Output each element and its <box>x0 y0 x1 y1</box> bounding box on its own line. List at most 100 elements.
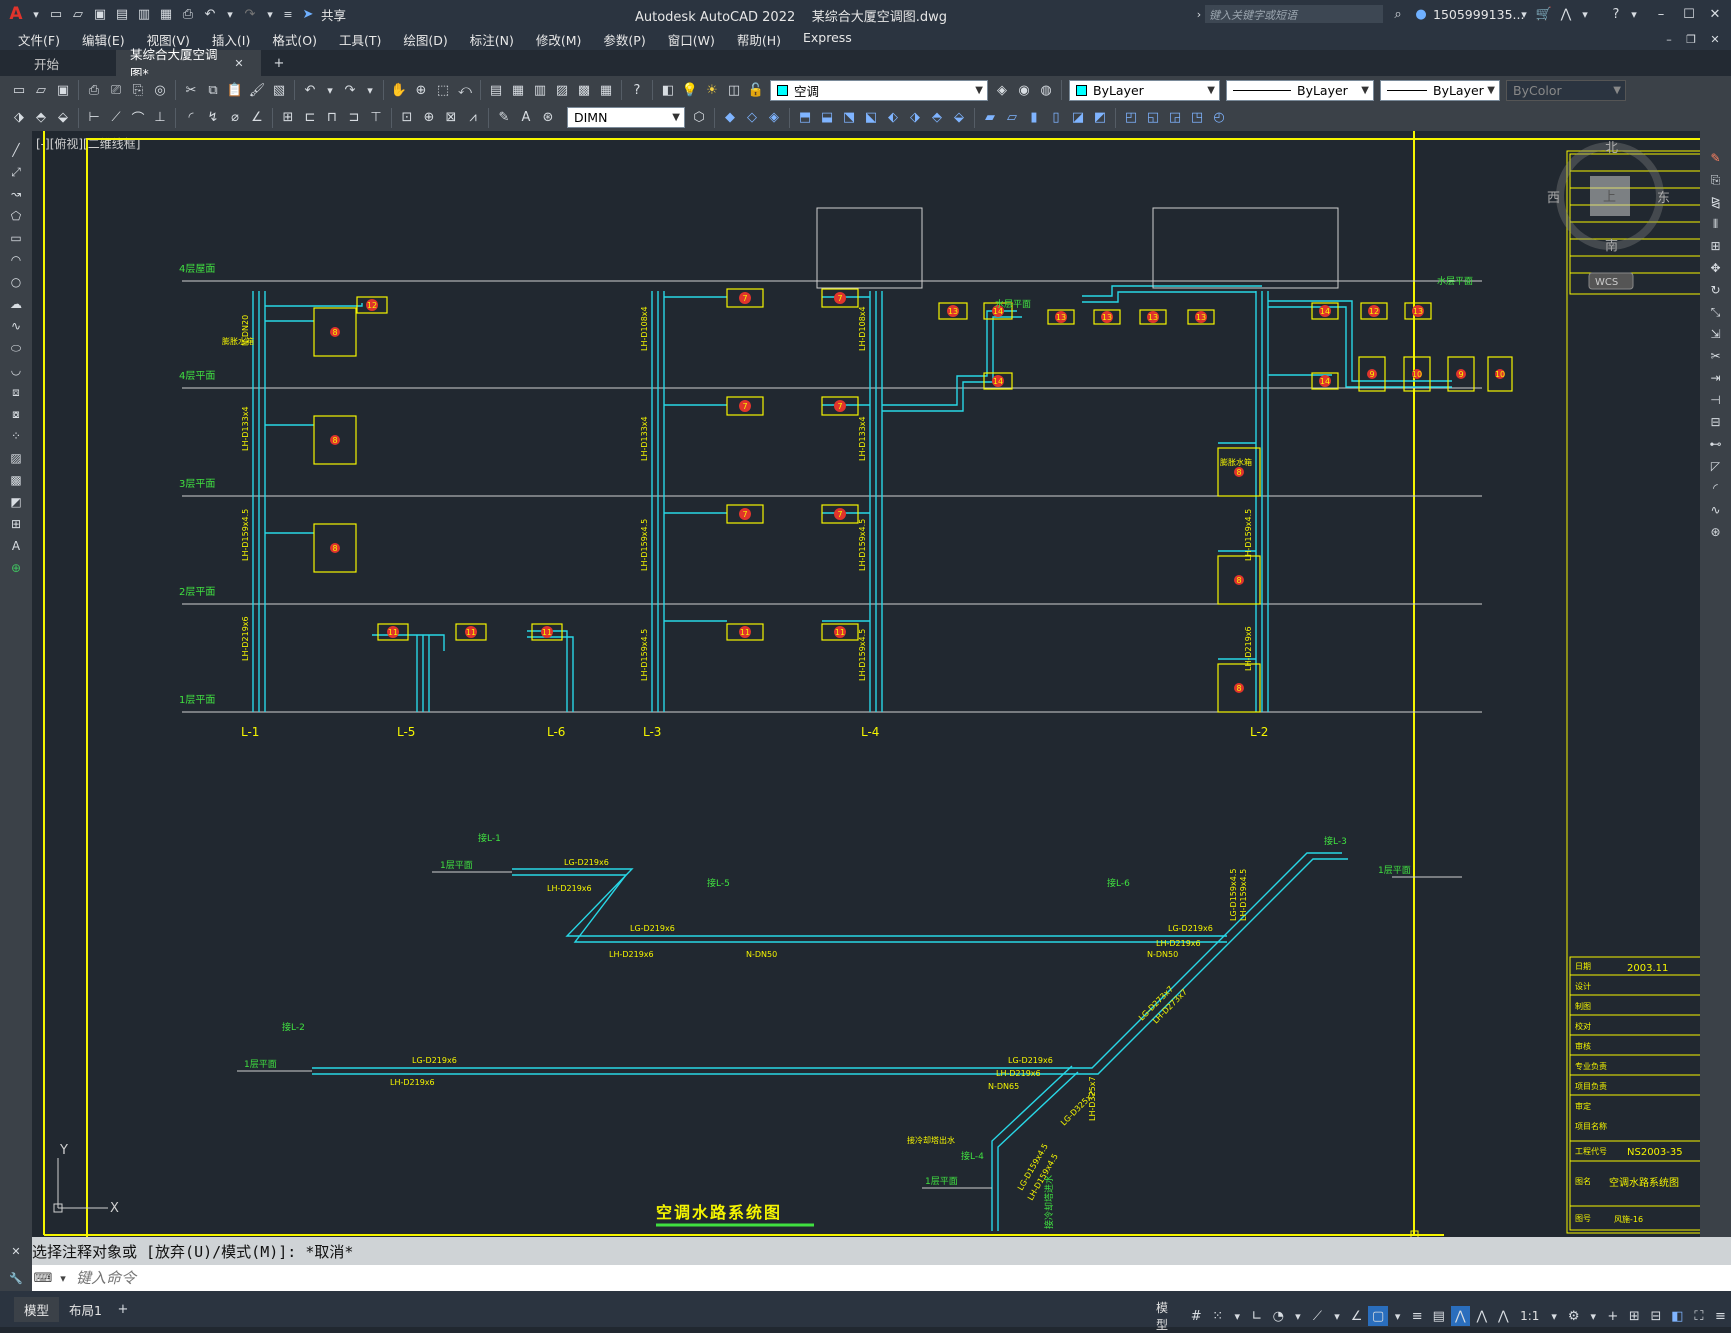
tab-start[interactable]: 开始 <box>0 50 108 76</box>
cut-icon[interactable]: ✂ <box>181 80 201 100</box>
dim-text-edit-icon[interactable]: A <box>516 108 536 128</box>
calculator-icon[interactable]: ▦ <box>596 80 616 100</box>
view-icon-4[interactable]: ◳ <box>1187 108 1207 128</box>
3dprint-icon[interactable]: ◎ <box>150 80 170 100</box>
layer-previous-icon[interactable]: ◉ <box>1014 80 1034 100</box>
fillet-icon[interactable]: ◜ <box>1707 479 1725 497</box>
dim-linear-icon[interactable]: ⊢ <box>84 108 104 128</box>
autocad-logo-icon[interactable]: A <box>6 4 26 24</box>
share-icon[interactable]: ➤ <box>298 4 318 24</box>
save-web-icon[interactable]: ▦ <box>156 4 176 24</box>
layout-tab-model[interactable]: 模型 <box>14 1296 60 1322</box>
dim-baseline-icon[interactable]: ⊏ <box>300 108 320 128</box>
customize-quickaccess-icon[interactable]: ≡ <box>280 6 296 22</box>
undo-dropdown-icon[interactable]: ▾ <box>222 6 238 22</box>
grid-icon[interactable]: # <box>1186 1306 1206 1326</box>
menu-item[interactable]: 参数(P) <box>592 30 656 49</box>
rotate-icon[interactable]: ↻ <box>1707 281 1725 299</box>
fullscreen-icon[interactable]: ⛶ <box>1689 1306 1709 1326</box>
dim-continue-icon[interactable]: ⊓ <box>322 108 342 128</box>
scale-icon[interactable]: ⤡ <box>1707 303 1725 321</box>
view-icon-3[interactable]: ◲ <box>1165 108 1185 128</box>
plotstyle-combo[interactable]: ByColor ▼ <box>1506 79 1626 101</box>
osnap-dropdown-icon[interactable]: ▾ <box>1390 1308 1406 1324</box>
maximize-icon[interactable]: ☐ <box>1679 4 1699 24</box>
hatch-icon[interactable]: ▨ <box>7 449 25 467</box>
ortho-icon[interactable]: ∟ <box>1247 1306 1267 1326</box>
dim-ordinate-icon[interactable]: ⊥ <box>150 108 170 128</box>
drawing-canvas[interactable]: [-][俯视][二维线框] 4层屋面 4层平面 3层平面 2层平面 1层平面 1… <box>32 131 1700 1237</box>
units-icon[interactable]: ⊞ <box>1625 1306 1645 1326</box>
search-icon[interactable]: ⌕ <box>1388 4 1408 24</box>
line-icon[interactable]: ╱ <box>7 141 25 159</box>
publish-icon[interactable]: ⎘ <box>128 80 148 100</box>
annotation-scale-value[interactable]: 1:1 <box>1520 1309 1539 1323</box>
arc-icon[interactable]: ◠ <box>7 251 25 269</box>
sheetset-icon[interactable]: ▨ <box>552 80 572 100</box>
revcloud-icon[interactable]: ☁ <box>7 295 25 313</box>
inspection-icon[interactable]: ⊠ <box>441 108 461 128</box>
isolate-icon[interactable]: ◧ <box>1668 1306 1688 1326</box>
make-block-icon[interactable]: ⧇ <box>7 405 25 423</box>
layer-combo[interactable]: 空调 ▼ <box>770 79 988 101</box>
command-prompt-icon[interactable]: ⌨ <box>33 1268 53 1288</box>
menu-item[interactable]: 编辑(E) <box>71 30 136 49</box>
erase-icon[interactable]: ✎ <box>1707 149 1725 167</box>
modify-icon-1[interactable]: ⬒ <box>795 108 815 128</box>
add-layout-icon[interactable]: + <box>113 1299 133 1319</box>
menu-item[interactable]: 帮助(H) <box>726 30 792 49</box>
solid-icon-2[interactable]: ▱ <box>1002 108 1022 128</box>
circle-icon[interactable]: ○ <box>7 273 25 291</box>
menu-item[interactable]: Express <box>792 30 863 49</box>
construction-line-icon[interactable]: ⤢ <box>7 163 25 181</box>
color-combo[interactable]: ByLayer ▼ <box>1069 79 1220 101</box>
polyline-icon[interactable]: ↝ <box>7 185 25 203</box>
minimize-icon[interactable]: – <box>1651 4 1671 24</box>
help-dropdown-icon[interactable]: ▾ <box>1626 6 1642 22</box>
layer-vp-icon[interactable]: ◫ <box>724 80 744 100</box>
tolerance-icon[interactable]: ⊡ <box>397 108 417 128</box>
move-icon[interactable]: ✥ <box>1707 259 1725 277</box>
design-center-icon[interactable]: ▦ <box>508 80 528 100</box>
zoom-window-icon[interactable]: ⬚ <box>433 80 453 100</box>
user-name[interactable]: 1505999135... <box>1433 7 1524 22</box>
chamfer-icon[interactable]: ◸ <box>1707 457 1725 475</box>
solid-icon-1[interactable]: ▰ <box>980 108 1000 128</box>
dim-reassoc-icon[interactable]: ⊛ <box>538 108 558 128</box>
mtext-icon[interactable]: A <box>7 537 25 555</box>
dim-jogged-icon[interactable]: ↯ <box>203 108 223 128</box>
autodesk-app-icon[interactable]: ⋀ <box>1556 4 1576 24</box>
modify-icon-7[interactable]: ⬘ <box>927 108 947 128</box>
modify-icon-3[interactable]: ⬔ <box>839 108 859 128</box>
dim-arc-icon[interactable]: ⌒ <box>128 108 148 128</box>
tab-drawing[interactable]: 某综合大厦空调图* ✕ <box>116 47 261 81</box>
command-window-handle[interactable]: ✕ <box>0 1237 32 1265</box>
modify-icon-5[interactable]: ⬖ <box>883 108 903 128</box>
dim-aligned-icon[interactable]: ⟋ <box>106 108 126 128</box>
pan-icon[interactable]: ✋ <box>389 80 409 100</box>
solid-icon-5[interactable]: ◪ <box>1068 108 1088 128</box>
dim-style-icon[interactable]: ⬙ <box>53 108 73 128</box>
polar-icon[interactable]: ◔ <box>1269 1306 1289 1326</box>
cart-icon[interactable]: 🛒 <box>1534 4 1554 24</box>
viewcube[interactable]: 上 北 南 东 西 WCS <box>1547 141 1670 290</box>
trim-icon[interactable]: ✂ <box>1707 347 1725 365</box>
menu-item[interactable]: 绘图(D) <box>392 30 458 49</box>
dim-angular-icon[interactable]: ∠ <box>247 108 267 128</box>
save-tb-icon[interactable]: ▣ <box>53 80 73 100</box>
redo-tb-icon[interactable]: ↷ <box>340 80 360 100</box>
open-web-icon[interactable]: ▥ <box>134 4 154 24</box>
center-mark-icon[interactable]: ⊕ <box>419 108 439 128</box>
osnap-icon[interactable]: ▢ <box>1368 1306 1388 1326</box>
extend-icon[interactable]: ⇥ <box>1707 369 1725 387</box>
lineweight-icon[interactable]: ≡ <box>1407 1306 1427 1326</box>
new-tab-icon[interactable]: + <box>269 53 289 73</box>
array-icon[interactable]: ⊞ <box>1707 237 1725 255</box>
dim-update-icon[interactable]: ⬘ <box>31 108 51 128</box>
gradient-icon[interactable]: ▩ <box>7 471 25 489</box>
isodraft-dropdown-icon[interactable]: ▾ <box>1329 1308 1345 1324</box>
quick-properties-icon[interactable]: ⊟ <box>1646 1306 1666 1326</box>
modify-icon-8[interactable]: ⬙ <box>949 108 969 128</box>
user-dropdown-icon[interactable]: ▾ <box>1516 6 1532 22</box>
markup-icon[interactable]: ▩ <box>574 80 594 100</box>
